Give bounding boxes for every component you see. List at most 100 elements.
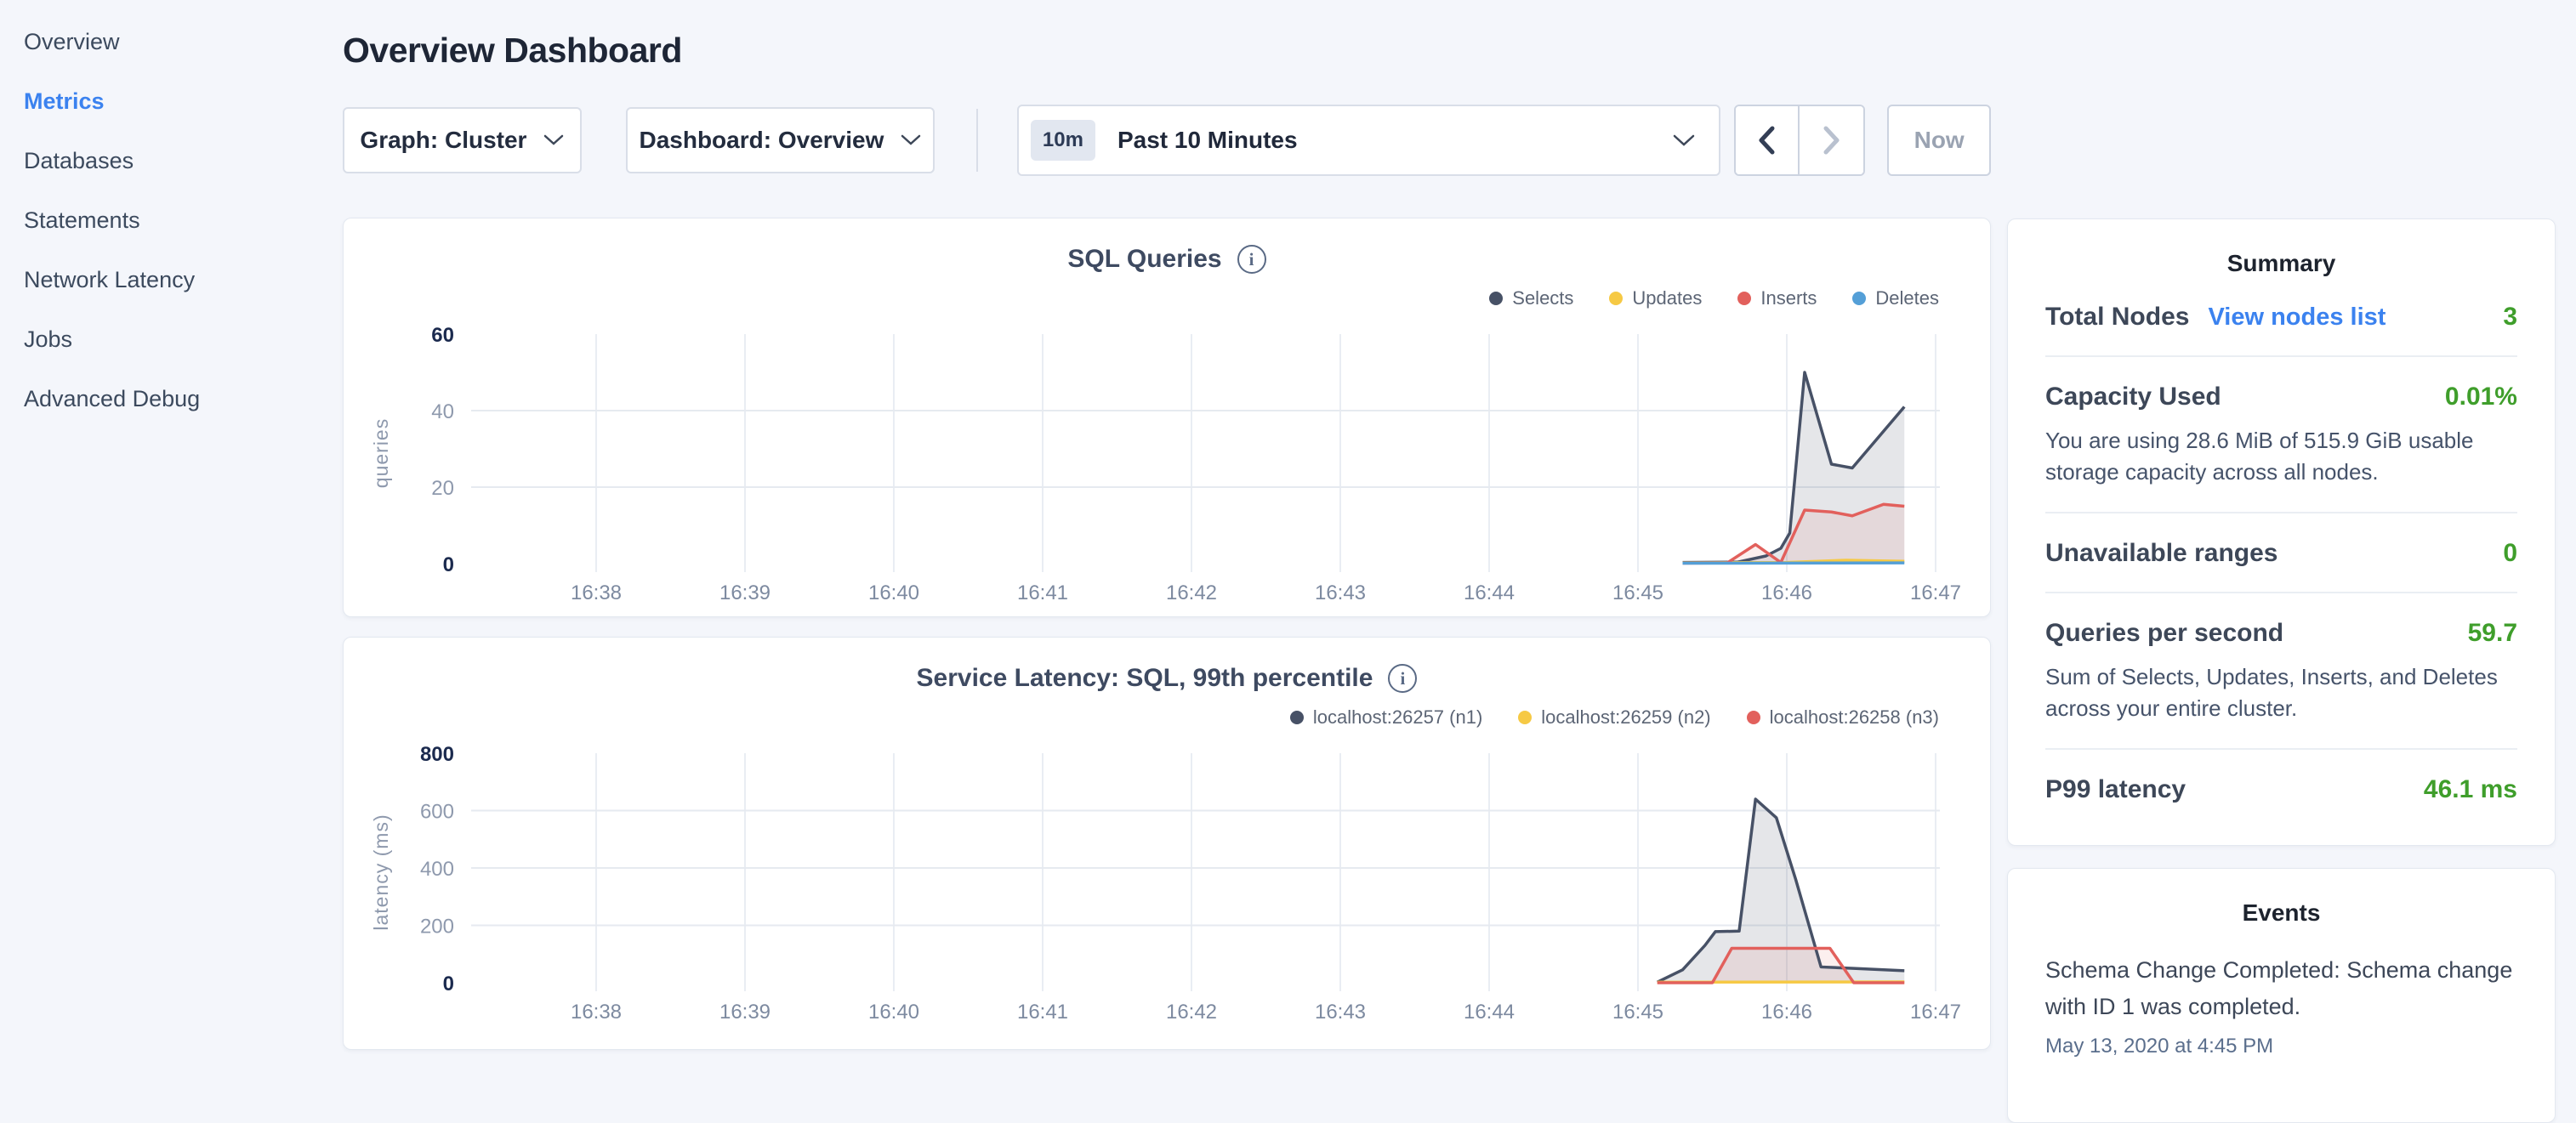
x-tick-label: 16:42 <box>1166 1001 1217 1024</box>
x-tick-label: 16:39 <box>719 581 771 604</box>
sidebar-item-databases[interactable]: Databases <box>24 131 340 190</box>
controls-bar: Graph: Cluster Dashboard: Overview 10m P… <box>343 105 1991 176</box>
y-axis-label: queries <box>370 418 392 488</box>
x-tick-label: 16:46 <box>1761 581 1812 604</box>
service-latency-plot[interactable]: 16:38 16:39 16:40 16:41 16:42 16:43 16:44 16:45… <box>344 736 1976 1037</box>
x-tick-label: 16:44 <box>1464 1001 1515 1024</box>
events-card: Events Schema Change Completed: Schema c… <box>2007 868 2556 1123</box>
y-axis-label: latency (ms) <box>370 814 392 930</box>
x-tick-label: 16:38 <box>571 581 622 604</box>
summary-row-label: P99 latency <box>2045 775 2186 804</box>
summary-row-label: Unavailable ranges <box>2045 539 2277 568</box>
time-range-label: Past 10 Minutes <box>1117 127 1298 154</box>
sidebar-item-metrics[interactable]: Metrics <box>24 71 340 131</box>
sidebar-item-overview[interactable]: Overview <box>24 12 340 71</box>
y-tick-label: 20 <box>431 477 454 500</box>
dashboard-dropdown-label: Dashboard: Overview <box>639 127 884 154</box>
view-nodes-list-link[interactable]: View nodes list <box>2208 303 2386 332</box>
summary-row-value: 3 <box>2503 303 2517 332</box>
graph-dropdown[interactable]: Graph: Cluster <box>343 107 582 173</box>
summary-row-label: Queries per second <box>2045 619 2283 648</box>
legend-label: localhost:26258 (n3) <box>1770 706 1939 729</box>
summary-row-unavailable-ranges: Unavailable ranges 0 <box>2045 513 2517 593</box>
x-tick-label: 16:44 <box>1464 581 1515 604</box>
x-tick-label: 16:42 <box>1166 581 1217 604</box>
info-icon[interactable]: i <box>1388 664 1417 693</box>
now-button[interactable]: Now <box>1887 105 1991 176</box>
summary-row-value: 0.01% <box>2445 383 2517 411</box>
chart-title: Service Latency: SQL, 99th percentile <box>917 664 1373 693</box>
legend-item: localhost:26258 (n3) <box>1747 706 1939 729</box>
chevron-left-icon <box>1758 126 1775 155</box>
y-tick-label: 600 <box>420 801 454 824</box>
time-pager <box>1734 105 1866 176</box>
legend-dot-icon <box>1737 292 1751 305</box>
summary-row-p99-latency: P99 latency 46.1 ms <box>2045 750 2517 828</box>
summary-row-description: Sum of Selects, Updates, Inserts, and De… <box>2045 661 2517 724</box>
x-tick-label: 16:41 <box>1017 1001 1068 1024</box>
y-tick-label: 0 <box>443 553 454 576</box>
x-tick-label: 16:40 <box>868 1001 919 1024</box>
legend-dot-icon <box>1518 711 1532 724</box>
x-tick-label: 16:39 <box>719 1001 771 1024</box>
sidebar-item-network-latency[interactable]: Network Latency <box>24 250 340 309</box>
sql-queries-chart-card: SQL Queries i Selects Updates Inserts Delet… <box>343 218 1991 617</box>
event-item-date: May 13, 2020 at 4:45 PM <box>2045 1035 2517 1058</box>
summary-row-value: 46.1 ms <box>2424 775 2517 804</box>
x-tick-label: 16:45 <box>1612 1001 1663 1024</box>
legend-label: Deletes <box>1875 287 1939 309</box>
legend-label: localhost:26257 (n1) <box>1313 706 1482 729</box>
x-tick-label: 16:38 <box>571 1001 622 1024</box>
summary-row-total-nodes: Total Nodes View nodes list 3 <box>2045 277 2517 357</box>
chart-legend: Selects Updates Inserts Deletes <box>344 283 1990 314</box>
dashboard-dropdown[interactable]: Dashboard: Overview <box>626 107 935 173</box>
sidebar-item-statements[interactable]: Statements <box>24 190 340 250</box>
x-tick-label: 16:47 <box>1910 581 1961 604</box>
chevron-down-icon <box>901 134 921 146</box>
y-tick-label: 60 <box>431 324 454 347</box>
summary-row-capacity-used: Capacity Used 0.01% You are using 28.6 M… <box>2045 357 2517 513</box>
y-tick-label: 800 <box>420 743 454 766</box>
y-tick-label: 0 <box>443 973 454 995</box>
legend-label: Inserts <box>1760 287 1817 309</box>
legend-item: localhost:26257 (n1) <box>1290 706 1482 729</box>
y-tick-label: 200 <box>420 916 454 939</box>
legend-dot-icon <box>1747 711 1760 724</box>
legend-label: Updates <box>1632 287 1702 309</box>
summary-row-value: 0 <box>2503 539 2517 568</box>
time-range-badge: 10m <box>1031 120 1095 161</box>
x-tick-label: 16:43 <box>1315 1001 1366 1024</box>
legend-item: Inserts <box>1737 287 1817 309</box>
events-title: Events <box>2045 899 2517 927</box>
legend-dot-icon <box>1489 292 1503 305</box>
right-panel: Summary Total Nodes View nodes list 3 Ca… <box>2007 218 2556 1123</box>
summary-card: Summary Total Nodes View nodes list 3 Ca… <box>2007 218 2556 846</box>
summary-title: Summary <box>2045 250 2517 277</box>
event-item-text[interactable]: Schema Change Completed: Schema change w… <box>2045 952 2517 1026</box>
legend-label: localhost:26259 (n2) <box>1541 706 1710 729</box>
sidebar-item-advanced-debug[interactable]: Advanced Debug <box>24 369 340 428</box>
chart-title: SQL Queries <box>1067 245 1221 274</box>
x-tick-label: 16:40 <box>868 581 919 604</box>
x-tick-label: 16:46 <box>1761 1001 1812 1024</box>
x-tick-label: 16:43 <box>1315 581 1366 604</box>
summary-row-label: Capacity Used <box>2045 383 2221 411</box>
sql-queries-plot[interactable]: 16:3816:3916:4016:4116:4216:4316:4416:45… <box>344 317 1976 618</box>
x-tick-label: 16:47 <box>1910 1001 1961 1024</box>
legend-item: Updates <box>1609 287 1702 309</box>
sidebar-item-jobs[interactable]: Jobs <box>24 309 340 369</box>
legend-item: Selects <box>1489 287 1573 309</box>
chevron-right-icon <box>1823 126 1840 155</box>
summary-row-value: 59.7 <box>2468 619 2517 648</box>
page-title: Overview Dashboard <box>343 31 1991 71</box>
time-back-button[interactable] <box>1736 106 1800 174</box>
info-icon[interactable]: i <box>1237 245 1266 274</box>
legend-dot-icon <box>1852 292 1866 305</box>
main-content: Overview Dashboard Graph: Cluster Dashbo… <box>343 0 1991 1050</box>
service-latency-chart-card: Service Latency: SQL, 99th percentile i … <box>343 637 1991 1050</box>
time-range-dropdown[interactable]: 10m Past 10 Minutes <box>1017 105 1720 176</box>
legend-label: Selects <box>1512 287 1573 309</box>
x-tick-label: 16:45 <box>1612 581 1663 604</box>
y-tick-label: 40 <box>431 400 454 423</box>
time-forward-button[interactable] <box>1800 106 1863 174</box>
